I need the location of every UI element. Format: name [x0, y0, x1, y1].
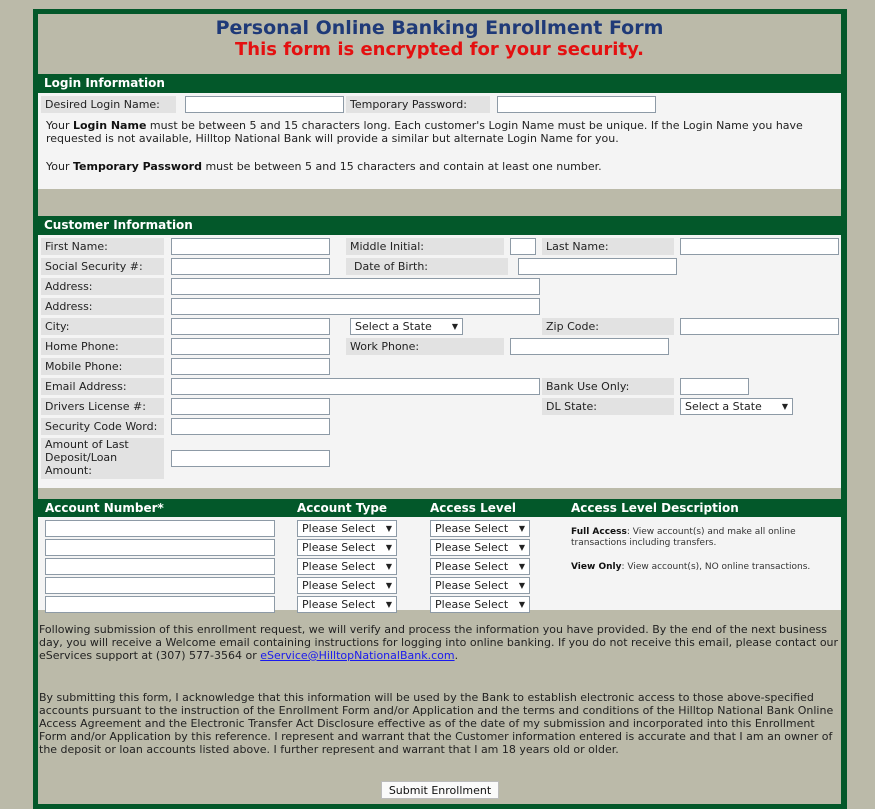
account-type-select[interactable]: Please Select ▼ [297, 596, 397, 613]
address1-input[interactable] [171, 278, 540, 295]
last-name-input[interactable] [680, 238, 839, 255]
account-type-select[interactable]: Please Select ▼ [297, 577, 397, 594]
drivers-license-input[interactable] [171, 398, 330, 415]
temp-password-input[interactable] [497, 96, 656, 113]
chevron-down-icon: ▼ [385, 562, 392, 571]
last-deposit-input[interactable] [171, 450, 330, 467]
bank-use-label: Bank Use Only: [542, 378, 674, 395]
chevron-down-icon: ▼ [781, 402, 788, 411]
customer-panel: First Name: Middle Initial: Last Name: S… [38, 235, 841, 488]
mobile-phone-label: Mobile Phone: [41, 358, 164, 375]
middle-initial-label: Middle Initial: [346, 238, 504, 255]
last-name-label: Last Name: [542, 238, 674, 255]
login-section-header: Login Information [38, 74, 841, 93]
page-title: Personal Online Banking Enrollment Form [215, 17, 664, 39]
city-label: City: [41, 318, 164, 335]
drivers-license-label: Drivers License #: [41, 398, 164, 415]
account-number-input[interactable] [45, 539, 275, 556]
first-name-label: First Name: [41, 238, 164, 255]
login-panel: Desired Login Name: Temporary Password: … [38, 93, 841, 189]
eservice-email-link[interactable]: eService@HilltopNationalBank.com [260, 649, 454, 662]
mobile-phone-input[interactable] [171, 358, 330, 375]
chevron-down-icon: ▼ [518, 600, 525, 609]
access-level-select[interactable]: Please Select ▼ [430, 520, 530, 537]
ssn-label: Social Security #: [41, 258, 164, 275]
col-access-level: Access Level [430, 501, 516, 515]
work-phone-input[interactable] [510, 338, 669, 355]
dob-input[interactable] [518, 258, 677, 275]
account-number-input[interactable] [45, 558, 275, 575]
chevron-down-icon: ▼ [385, 581, 392, 590]
temp-password-label: Temporary Password: [346, 96, 490, 113]
form-frame: Personal Online Banking Enrollment Form … [33, 9, 847, 809]
chevron-down-icon: ▼ [518, 581, 525, 590]
account-type-select[interactable]: Please Select ▼ [297, 520, 397, 537]
password-note: Your Temporary Password must be between … [46, 160, 602, 173]
col-account-number: Account Number* [45, 501, 164, 515]
work-phone-label: Work Phone: [346, 338, 504, 355]
security-word-label: Security Code Word: [41, 418, 164, 435]
acknowledgement-text: By submitting this form, I acknowledge t… [39, 691, 834, 756]
enrollment-info-text: Following submission of this enrollment … [39, 623, 839, 662]
state-select[interactable]: Select a State ▼ [350, 318, 463, 335]
account-type-select[interactable]: Please Select ▼ [297, 539, 397, 556]
dob-label: Date of Birth: [346, 258, 508, 275]
dl-state-select[interactable]: Select a State ▼ [680, 398, 793, 415]
address2-label: Address: [41, 298, 164, 315]
form-header: Personal Online Banking Enrollment Form … [38, 14, 841, 72]
bank-use-input[interactable] [680, 378, 749, 395]
chevron-down-icon: ▼ [518, 543, 525, 552]
city-input[interactable] [171, 318, 330, 335]
ssn-input[interactable] [171, 258, 330, 275]
account-type-select[interactable]: Please Select ▼ [297, 558, 397, 575]
email-input[interactable] [171, 378, 540, 395]
email-label: Email Address: [41, 378, 164, 395]
login-name-note: Your Login Name must be between 5 and 15… [46, 119, 803, 145]
first-name-input[interactable] [171, 238, 330, 255]
address2-input[interactable] [171, 298, 540, 315]
login-name-input[interactable] [185, 96, 344, 113]
dl-state-label: DL State: [542, 398, 674, 415]
last-deposit-label: Amount of Last Deposit/Loan Amount: [41, 438, 164, 479]
access-level-select[interactable]: Please Select ▼ [430, 596, 530, 613]
login-name-label: Desired Login Name: [41, 96, 176, 113]
section-title: Login Information [44, 76, 165, 90]
security-word-input[interactable] [171, 418, 330, 435]
submit-enrollment-button[interactable]: Submit Enrollment [381, 781, 499, 799]
col-account-type: Account Type [297, 501, 388, 515]
customer-section-header: Customer Information [38, 216, 841, 235]
account-number-input[interactable] [45, 596, 275, 613]
home-phone-label: Home Phone: [41, 338, 164, 355]
view-only-description: View Only: View account(s), NO online tr… [571, 562, 811, 572]
chevron-down-icon: ▼ [518, 562, 525, 571]
section-title: Customer Information [44, 218, 193, 232]
access-level-select[interactable]: Please Select ▼ [430, 558, 530, 575]
address1-label: Address: [41, 278, 164, 295]
accounts-panel: Please Select ▼ Please Select ▼ Please Selec… [38, 517, 841, 613]
col-access-description: Access Level Description [571, 501, 739, 515]
zip-input[interactable] [680, 318, 839, 335]
account-number-input[interactable] [45, 520, 275, 537]
middle-initial-input[interactable] [510, 238, 536, 255]
chevron-down-icon: ▼ [385, 524, 392, 533]
accounts-header: Account Number* Account Type Access Leve… [38, 499, 841, 517]
form-body: Personal Online Banking Enrollment Form … [38, 14, 841, 804]
chevron-down-icon: ▼ [518, 524, 525, 533]
home-phone-input[interactable] [171, 338, 330, 355]
zip-label: Zip Code: [542, 318, 674, 335]
chevron-down-icon: ▼ [385, 543, 392, 552]
security-notice: This form is encrypted for your security… [234, 39, 645, 60]
chevron-down-icon: ▼ [385, 600, 392, 609]
chevron-down-icon: ▼ [451, 322, 458, 331]
account-number-input[interactable] [45, 577, 275, 594]
access-level-select[interactable]: Please Select ▼ [430, 539, 530, 556]
access-level-select[interactable]: Please Select ▼ [430, 577, 530, 594]
full-access-description: Full Access: View account(s) and make al… [571, 527, 796, 548]
